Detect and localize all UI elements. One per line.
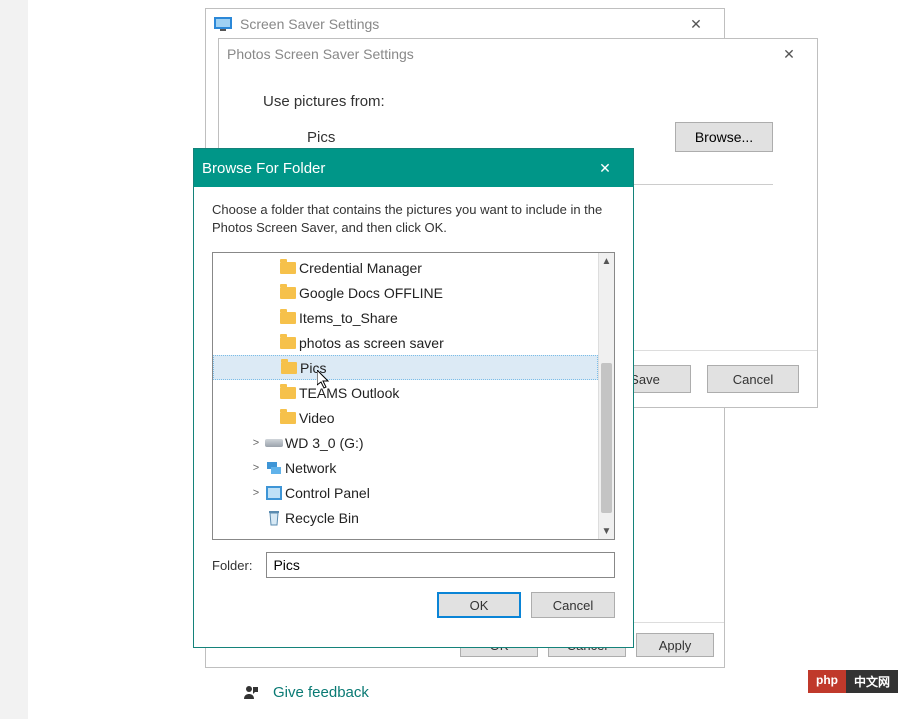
browse-instruction: Choose a folder that contains the pictur… — [194, 187, 633, 242]
scrollbar[interactable]: ▲ ▼ — [598, 253, 614, 539]
expand-toggle-icon[interactable]: > — [249, 487, 263, 499]
close-icon[interactable]: ✕ — [585, 153, 625, 183]
photos-title: Photos Screen Saver Settings — [227, 46, 414, 62]
watermark-right: 中文网 — [846, 670, 898, 693]
scroll-up-icon[interactable]: ▲ — [599, 253, 614, 269]
tree-item-label: Credential Manager — [299, 260, 422, 276]
scroll-thumb[interactable] — [601, 363, 612, 513]
tree-item[interactable]: Items_to_Share — [213, 305, 598, 330]
screensaver-icon — [214, 17, 232, 31]
apply-button[interactable]: Apply — [636, 633, 714, 657]
browse-for-folder-dialog: Browse For Folder ✕ Choose a folder that… — [193, 148, 634, 648]
tree-item[interactable]: Credential Manager — [213, 255, 598, 280]
tree-item-label: WD 3_0 (G:) — [285, 435, 364, 451]
tree-item[interactable]: Video — [213, 405, 598, 430]
tree-item[interactable]: TEAMS Outlook — [213, 380, 598, 405]
screensaver-titlebar[interactable]: Screen Saver Settings ✕ — [206, 9, 724, 39]
tree-item[interactable]: Google Docs OFFLINE — [213, 280, 598, 305]
folder-icon — [280, 412, 296, 424]
watermark-left: php — [808, 670, 846, 693]
watermark: php 中文网 — [808, 670, 898, 693]
folder-icon — [280, 337, 296, 349]
give-feedback-label: Give feedback — [273, 684, 369, 701]
control-panel-icon — [266, 486, 282, 500]
expand-toggle-icon[interactable]: > — [249, 437, 263, 449]
tree-item-label: Network — [285, 460, 336, 476]
selected-folder-text: Pics — [307, 129, 335, 146]
drive-icon — [265, 439, 283, 447]
photos-titlebar[interactable]: Photos Screen Saver Settings ✕ — [219, 39, 817, 69]
folder-icon — [280, 387, 296, 399]
tree-item-label: TEAMS Outlook — [299, 385, 399, 401]
tree-item-label: Recycle Bin — [285, 510, 359, 526]
tree-item-label: Google Docs OFFLINE — [299, 285, 443, 301]
cancel-button[interactable]: Cancel — [531, 592, 615, 618]
network-icon — [266, 461, 282, 475]
screensaver-title: Screen Saver Settings — [240, 16, 379, 32]
folder-label: Folder: — [212, 558, 252, 573]
folder-input[interactable] — [266, 552, 615, 578]
use-pictures-from-label: Use pictures from: — [263, 93, 773, 110]
tree-item-label: Control Panel — [285, 485, 370, 501]
browse-titlebar[interactable]: Browse For Folder ✕ — [194, 149, 633, 187]
folder-tree-viewport[interactable]: Credential Manager Google Docs OFFLINE Ite… — [213, 253, 598, 539]
cancel-button[interactable]: Cancel — [707, 365, 799, 393]
recycle-bin-icon — [267, 510, 281, 526]
tree-item-label: Video — [299, 410, 335, 426]
expand-toggle-icon[interactable]: > — [249, 462, 263, 474]
close-icon[interactable]: ✕ — [676, 9, 716, 39]
scroll-down-icon[interactable]: ▼ — [599, 523, 614, 539]
tree-item[interactable]: photos as screen saver — [213, 330, 598, 355]
browse-title: Browse For Folder — [202, 160, 325, 177]
folder-icon — [280, 312, 296, 324]
tree-item[interactable]: > Network — [213, 455, 598, 480]
folder-icon — [281, 362, 297, 374]
browse-button[interactable]: Browse... — [675, 122, 773, 152]
tree-item[interactable]: > Control Panel — [213, 480, 598, 505]
ok-button[interactable]: OK — [437, 592, 521, 618]
close-icon[interactable]: ✕ — [769, 39, 809, 69]
tree-item-label: Items_to_Share — [299, 310, 398, 326]
folder-icon — [280, 287, 296, 299]
give-feedback-link[interactable]: Give feedback — [243, 684, 369, 701]
folder-icon — [280, 262, 296, 274]
tree-item[interactable]: > WD 3_0 (G:) — [213, 430, 598, 455]
person-icon — [243, 685, 259, 701]
folder-tree: Credential Manager Google Docs OFFLINE Ite… — [212, 252, 615, 540]
tree-item[interactable]: Recycle Bin — [213, 505, 598, 530]
page-left-strip — [0, 0, 28, 719]
tree-item-label: Pics — [300, 360, 326, 376]
tree-item-label: photos as screen saver — [299, 335, 444, 351]
tree-item[interactable]: Pics — [213, 355, 598, 380]
